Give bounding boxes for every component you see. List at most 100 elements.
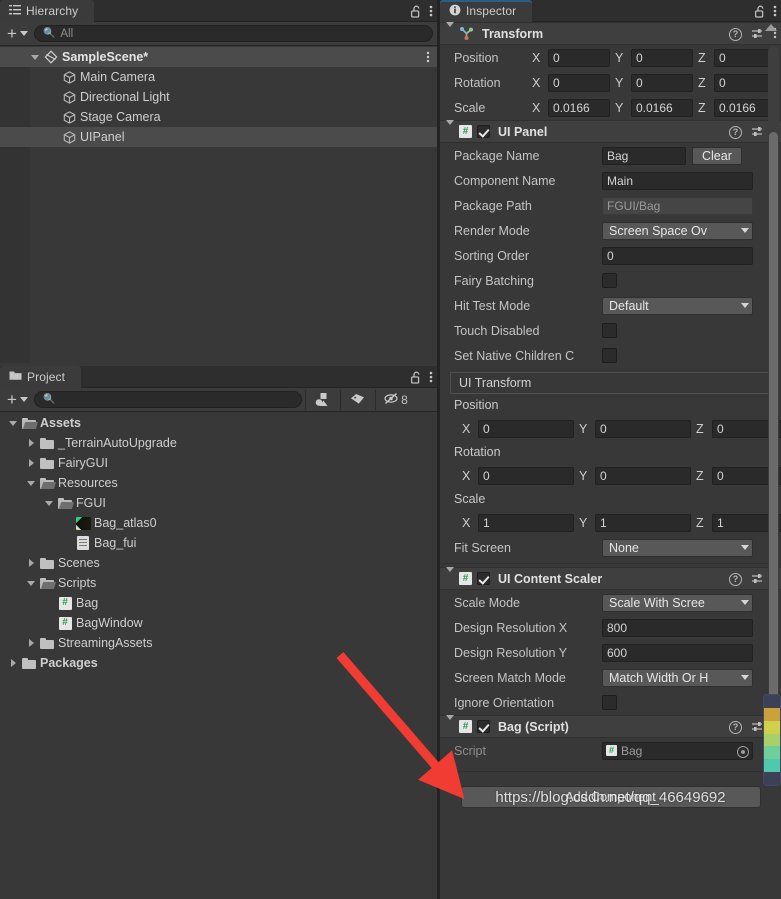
component-enabled-checkbox[interactable] bbox=[477, 125, 490, 138]
project-search-input[interactable]: 🔍 bbox=[33, 391, 302, 408]
ui-panel-component-header[interactable]: # UI Panel? bbox=[440, 119, 781, 143]
preset-icon[interactable] bbox=[751, 125, 764, 141]
twisty-expanded-icon[interactable] bbox=[28, 54, 42, 60]
hierarchy-item-directionallight[interactable]: Directional Light bbox=[0, 87, 437, 107]
input-designresolutiony[interactable]: 600 bbox=[602, 643, 753, 662]
hierarchy-item-maincamera[interactable]: Main Camera bbox=[0, 67, 437, 87]
input-uitransform-position-y[interactable]: 0 bbox=[595, 419, 691, 438]
lock-open-icon[interactable] bbox=[411, 371, 422, 384]
twisty-collapsed-icon[interactable] bbox=[24, 459, 38, 467]
field-position-x[interactable]: 0 bbox=[548, 48, 610, 67]
input-packagepath[interactable]: FGUI/Bag bbox=[602, 196, 753, 215]
hierarchy-item-uipanel[interactable]: UIPanel bbox=[0, 127, 437, 147]
preset-icon[interactable] bbox=[751, 572, 764, 588]
scene-context-menu-icon[interactable] bbox=[426, 50, 430, 67]
input-uitransform-scale-x[interactable]: 1 bbox=[478, 513, 574, 532]
tab-hierarchy[interactable]: Hierarchy bbox=[0, 0, 95, 22]
input-designresolutionx[interactable]: 800 bbox=[602, 618, 753, 637]
filter-by-label-icon[interactable] bbox=[344, 390, 372, 410]
twisty-collapsed-icon[interactable] bbox=[24, 559, 38, 567]
dropdown-hittestmode[interactable]: Default bbox=[602, 296, 753, 315]
twisty-expanded-icon[interactable] bbox=[24, 480, 38, 486]
hierarchy-item-stagecamera[interactable]: Stage Camera bbox=[0, 107, 437, 127]
input-packagename[interactable]: Bag bbox=[602, 146, 686, 165]
component-enabled-checkbox[interactable] bbox=[477, 572, 490, 585]
hierarchy-item-samplescene[interactable]: SampleScene* bbox=[0, 47, 437, 67]
twisty-expanded-icon[interactable] bbox=[446, 566, 454, 586]
twisty-expanded-icon[interactable] bbox=[446, 22, 454, 41]
dropdown-scalemode[interactable]: Scale With Scree bbox=[602, 593, 753, 612]
lock-open-icon[interactable] bbox=[755, 5, 766, 18]
inspector-menu-icon[interactable] bbox=[773, 4, 777, 18]
hidden-items-toggle[interactable]: 8 bbox=[379, 390, 413, 410]
twisty-collapsed-icon[interactable] bbox=[6, 659, 20, 667]
field-position-y[interactable]: 0 bbox=[631, 48, 693, 67]
help-icon[interactable]: ? bbox=[729, 721, 742, 734]
twisty-expanded-icon[interactable] bbox=[24, 580, 38, 586]
project-item-scenes[interactable]: Scenes bbox=[0, 553, 437, 573]
project-item-bagwindow[interactable]: # BagWindow bbox=[0, 613, 437, 633]
inspector-scrollbar[interactable] bbox=[768, 46, 779, 749]
hierarchy-create-button[interactable]: + bbox=[4, 25, 31, 43]
twisty-expanded-icon[interactable] bbox=[6, 420, 20, 426]
project-item-bagatlas0[interactable]: Bag_atlas0 bbox=[0, 513, 437, 533]
lock-open-icon[interactable] bbox=[411, 5, 422, 18]
hierarchy-tree[interactable]: SampleScene* Main Camera Directional Light… bbox=[0, 47, 437, 363]
tab-inspector[interactable]: Inspector bbox=[440, 0, 533, 22]
checkbox-ignoreorientation[interactable] bbox=[602, 695, 617, 710]
project-item-bag[interactable]: # Bag bbox=[0, 593, 437, 613]
color-gradient-widget[interactable] bbox=[763, 694, 781, 786]
clear-button[interactable]: Clear bbox=[692, 146, 742, 165]
project-item-fgui[interactable]: FGUI bbox=[0, 493, 437, 513]
field-rotation-y[interactable]: 0 bbox=[631, 73, 693, 92]
project-item-fairygui[interactable]: FairyGUI bbox=[0, 453, 437, 473]
help-icon[interactable]: ? bbox=[729, 126, 742, 139]
component-enabled-checkbox[interactable] bbox=[477, 720, 490, 733]
field-scale-z[interactable]: 0.0166 bbox=[714, 98, 776, 117]
twisty-collapsed-icon[interactable] bbox=[24, 439, 38, 447]
add-component-button[interactable]: Add Component bbox=[460, 786, 761, 808]
preset-icon[interactable] bbox=[751, 27, 764, 43]
project-create-button[interactable]: + bbox=[4, 391, 31, 409]
object-field-script[interactable]: # Bag bbox=[602, 741, 753, 760]
input-uitransform-rotation-y[interactable]: 0 bbox=[595, 466, 691, 485]
field-rotation-x[interactable]: 0 bbox=[548, 73, 610, 92]
hierarchy-search-input[interactable]: 🔍 All bbox=[33, 25, 433, 42]
inspector-scrollbar-thumb[interactable] bbox=[769, 132, 778, 742]
twisty-expanded-icon[interactable] bbox=[42, 500, 56, 506]
project-item-assets[interactable]: Assets bbox=[0, 413, 437, 433]
help-icon[interactable]: ? bbox=[729, 573, 742, 586]
input-componentname[interactable]: Main bbox=[602, 171, 753, 190]
field-scale-y[interactable]: 0.0166 bbox=[631, 98, 693, 117]
dropdown-rendermode[interactable]: Screen Space Ov bbox=[602, 221, 753, 240]
dropdown-screenmatchmode[interactable]: Match Width Or H bbox=[602, 668, 753, 687]
checkbox-touchdisabled[interactable] bbox=[602, 323, 617, 338]
checkbox-setnativechildrenc[interactable] bbox=[602, 348, 617, 363]
project-item-packages[interactable]: Packages bbox=[0, 653, 437, 673]
ui-content-scaler-component-header[interactable]: # UI Content Scaler? bbox=[440, 566, 781, 590]
project-item-terrainautoupgrade[interactable]: _TerrainAutoUpgrade bbox=[0, 433, 437, 453]
project-item-streamingassets[interactable]: StreamingAssets bbox=[0, 633, 437, 653]
input-uitransform-rotation-x[interactable]: 0 bbox=[478, 466, 574, 485]
tab-project[interactable]: Project bbox=[0, 366, 82, 388]
input-uitransform-scale-y[interactable]: 1 bbox=[595, 513, 691, 532]
transform-component-header[interactable]: Transform? bbox=[440, 22, 781, 45]
project-menu-icon[interactable] bbox=[429, 370, 433, 384]
field-position-z[interactable]: 0 bbox=[714, 48, 776, 67]
field-rotation-z[interactable]: 0 bbox=[714, 73, 776, 92]
field-scale-x[interactable]: 0.0166 bbox=[548, 98, 610, 117]
project-item-scripts[interactable]: Scripts bbox=[0, 573, 437, 593]
filter-by-type-icon[interactable] bbox=[309, 390, 337, 410]
checkbox-fairybatching[interactable] bbox=[602, 273, 617, 288]
twisty-collapsed-icon[interactable] bbox=[24, 639, 38, 647]
inspector-scroll-up-arrow[interactable] bbox=[765, 24, 777, 31]
twisty-expanded-icon[interactable] bbox=[446, 119, 454, 139]
help-icon[interactable]: ? bbox=[729, 28, 742, 41]
project-item-bagfui[interactable]: Bag_fui bbox=[0, 533, 437, 553]
project-item-resources[interactable]: Resources bbox=[0, 473, 437, 493]
project-tree[interactable]: Assets _TerrainAutoUpgrade FairyGUI Resourc… bbox=[0, 413, 437, 899]
input-sortingorder[interactable]: 0 bbox=[602, 246, 753, 265]
input-uitransform-position-x[interactable]: 0 bbox=[478, 419, 574, 438]
twisty-expanded-icon[interactable] bbox=[446, 714, 454, 734]
dropdown-fitscreen[interactable]: None bbox=[602, 538, 753, 557]
